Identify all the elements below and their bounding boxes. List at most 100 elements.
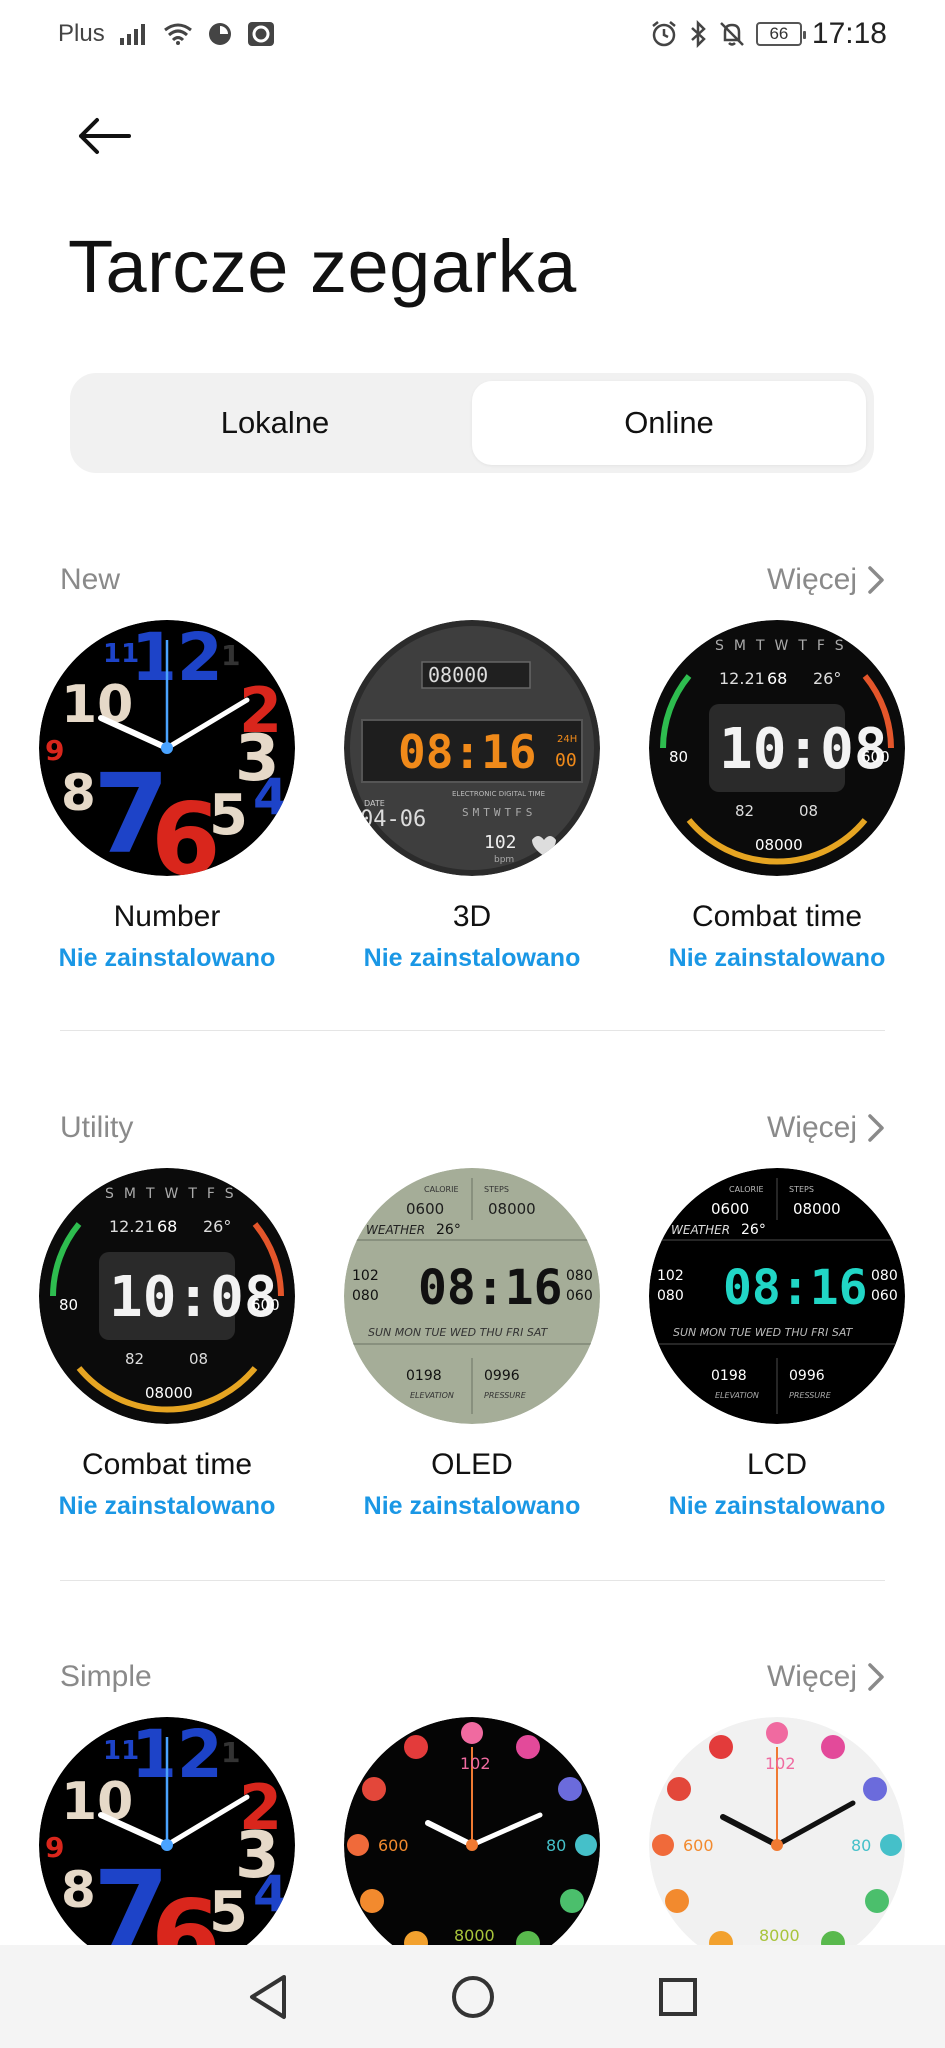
3d-format: 24H <box>557 734 577 745</box>
oled-elev-label: ELEVATION <box>410 1391 454 1400</box>
oled-calorie-label: CALORIE <box>424 1185 459 1194</box>
combat-left: 80 <box>669 748 688 766</box>
alarm-icon <box>650 20 678 48</box>
combat-steps: 08000 <box>755 836 803 854</box>
combat-left: 80 <box>59 1296 78 1314</box>
lcd-face: CALORIE STEPS 0600 08000 WEATHER 26° 102… <box>649 1168 905 1424</box>
lcd-press-label: PRESSURE <box>789 1391 832 1400</box>
oled-weather-label: WEATHER <box>366 1223 425 1237</box>
mute-bell-icon <box>718 20 746 48</box>
oled-l2: 080 <box>352 1288 379 1304</box>
tab-local[interactable]: Lokalne <box>78 381 472 465</box>
more-label: Więcej <box>766 563 857 596</box>
oled-l1: 102 <box>352 1268 379 1284</box>
more-link[interactable]: Więcej <box>767 563 885 597</box>
clock: 17:18 <box>811 17 887 50</box>
watch-face-card[interactable]: 102 600 80 8000 <box>319 1717 625 1947</box>
tab-online[interactable]: Online <box>472 381 866 465</box>
nav-back-button[interactable] <box>243 1972 293 2022</box>
3d-date: 04-06 <box>360 807 426 832</box>
3d-caption: ELECTRONIC DIGITAL TIME <box>452 790 545 798</box>
nav-home-button[interactable] <box>448 1972 498 2022</box>
battery-indicator: 66 <box>755 22 806 46</box>
bluetooth-icon <box>688 20 708 48</box>
oled-steps-label: STEPS <box>484 1185 509 1194</box>
install-status: Nie zainstalowano <box>58 944 276 972</box>
triangle-back-icon <box>249 1974 286 2019</box>
chevron-right-icon <box>868 566 884 594</box>
combat-time-face: SMTWTFS 12.21 68 26° 10:08 80 600 82 08 … <box>39 1168 295 1424</box>
system-nav-bar <box>0 1945 945 2048</box>
lcd-time: 08:16 <box>723 1260 868 1316</box>
oled-time: 08:16 <box>418 1260 563 1316</box>
combat-temp: 26° <box>203 1217 231 1236</box>
watch-face-card[interactable]: CALORIE STEPS 0600 08000 WEATHER 26° 102… <box>319 1168 625 1521</box>
face-name: 3D <box>452 900 492 933</box>
watch-face-card[interactable]: Number Nie zainstalowano <box>14 620 320 973</box>
signal-icon <box>119 22 149 46</box>
section-divider <box>60 1030 885 1031</box>
camera-app-icon <box>247 21 275 47</box>
combat-days: SMTWTFS <box>105 1186 244 1202</box>
dots-dark-right: 80 <box>546 1836 566 1855</box>
3d-bpm-value: 102 <box>484 832 517 853</box>
more-label: Więcej <box>766 1111 857 1144</box>
combat-days: SMTWTFS <box>715 638 854 654</box>
dots-light-bottom: 8000 <box>759 1926 800 1945</box>
combat-heart: 68 <box>767 669 787 688</box>
page-title: Tarcze zegarka <box>68 225 577 308</box>
lcd-l1: 102 <box>657 1268 684 1284</box>
lcd-days: SUN MON TUE WED THU FRI SAT <box>673 1326 854 1339</box>
oled-elev-value: 0198 <box>406 1368 442 1384</box>
data-saver-icon <box>207 21 233 47</box>
chevron-right-icon <box>868 1663 884 1691</box>
watch-face-card[interactable]: 08000 08:16 24H 00 ELECTRONIC DIGITAL TI… <box>319 620 625 973</box>
dots-dark-left: 600 <box>378 1836 409 1855</box>
combat-a: 82 <box>735 802 754 820</box>
combat-date: 12.21 <box>719 669 765 688</box>
combat-right: 600 <box>251 1296 280 1314</box>
face-name: LCD <box>746 1448 807 1481</box>
lcd-calorie-value: 0600 <box>711 1200 749 1218</box>
lcd-calorie-label: CALORIE <box>729 1185 764 1194</box>
back-button[interactable] <box>70 108 140 164</box>
carrier-label: Plus <box>58 20 105 47</box>
watch-face-card[interactable]: CALORIE STEPS 0600 08000 WEATHER 26° 102… <box>624 1168 930 1521</box>
combat-a: 82 <box>125 1350 144 1368</box>
more-link[interactable]: Więcej <box>767 1660 885 1694</box>
lcd-elev-value: 0198 <box>711 1368 747 1384</box>
lcd-weather-label: WEATHER <box>671 1223 730 1237</box>
section-title: New <box>60 563 121 596</box>
lcd-press-value: 0996 <box>789 1368 825 1384</box>
lcd-temp: 26° <box>741 1222 766 1238</box>
3d-seconds: 00 <box>555 750 577 771</box>
oled-press-label: PRESSURE <box>484 1391 527 1400</box>
section-title: Simple <box>60 1660 152 1693</box>
oled-temp: 26° <box>436 1222 461 1238</box>
dots-light-left: 600 <box>683 1836 714 1855</box>
watch-face-card[interactable]: SMTWTFS 12.21 68 26° 10:08 80 600 82 08 … <box>14 1168 320 1521</box>
more-label: Więcej <box>766 1660 857 1693</box>
combat-b: 08 <box>189 1350 208 1368</box>
watch-face-card[interactable]: 102 600 80 8000 <box>624 1717 930 1947</box>
tab-switcher: Lokalne Online <box>70 373 874 473</box>
lcd-steps-value: 08000 <box>793 1200 841 1218</box>
watch-face-card[interactable] <box>14 1717 320 1947</box>
back-arrow-icon <box>79 118 131 154</box>
dots-dark-top: 102 <box>460 1754 491 1773</box>
combat-right: 600 <box>861 748 890 766</box>
section-simple: Simple Więcej 102 600 80 8000 102 600 80… <box>0 1657 945 1947</box>
face-name: Combat time <box>691 900 863 933</box>
dots-dark-face: 102 600 80 8000 <box>344 1717 600 1947</box>
more-link[interactable]: Więcej <box>767 1111 885 1145</box>
dots-light-face: 102 600 80 8000 <box>649 1717 905 1947</box>
nav-recents-button[interactable] <box>653 1972 703 2022</box>
dots-dark-bottom: 8000 <box>454 1926 495 1945</box>
combat-b: 08 <box>799 802 818 820</box>
watch-face-card[interactable]: SMTWTFS 12.21 68 26° 10:08 80 600 82 08 … <box>624 620 930 973</box>
dots-light-top: 102 <box>765 1754 796 1773</box>
face-name: OLED <box>431 1448 513 1481</box>
install-status: Nie zainstalowano <box>58 1492 276 1520</box>
install-status: Nie zainstalowano <box>363 944 581 972</box>
oled-steps-value: 08000 <box>488 1200 536 1218</box>
